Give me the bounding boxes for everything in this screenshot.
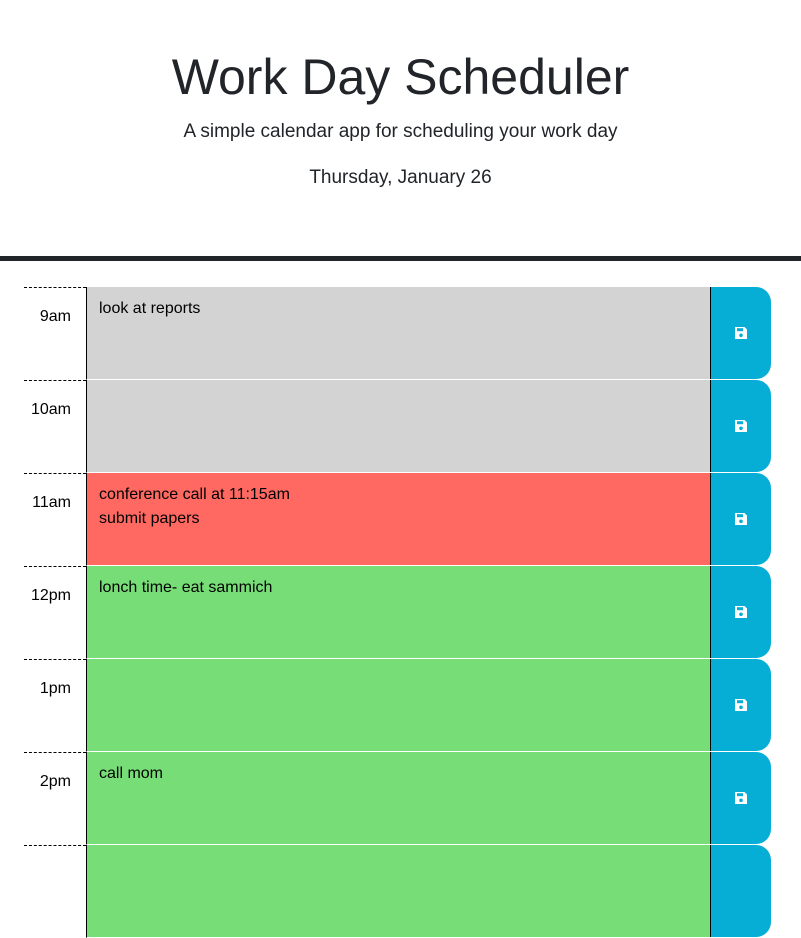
time-block-10am: 10am [24,380,771,473]
event-textarea[interactable]: conference call at 11:15am submit papers [86,473,710,566]
save-button[interactable] [710,287,771,379]
floppy-disk-icon [735,420,747,432]
time-block-11am: 11am conference call at 11:15am submit p… [24,473,771,566]
hour-label: 10am [24,380,86,473]
save-button[interactable] [710,473,771,565]
page-subtitle: A simple calendar app for scheduling you… [183,121,618,142]
page-title: Work Day Scheduler [171,49,630,105]
page-header: Work Day Scheduler A simple calendar app… [0,0,801,261]
schedule-container: 9am look at reports 10am 11am conference… [24,287,771,938]
time-block-9am: 9am look at reports [24,287,771,380]
floppy-disk-icon [735,792,747,804]
event-textarea[interactable]: look at reports [86,287,710,380]
floppy-disk-icon [735,513,747,525]
time-block-2pm: 2pm call mom [24,752,771,845]
floppy-disk-icon [735,606,747,618]
time-block-1pm: 1pm [24,659,771,752]
event-textarea[interactable]: call mom [86,752,710,845]
event-textarea[interactable]: lonch time- eat sammich [86,566,710,659]
hour-label: 2pm [24,752,86,845]
event-textarea[interactable] [86,845,710,938]
event-textarea[interactable] [86,659,710,752]
current-day: Thursday, January 26 [309,167,492,188]
event-textarea[interactable] [86,380,710,473]
hour-label: 12pm [24,566,86,659]
time-block-partial [24,845,771,938]
save-button[interactable] [710,566,771,658]
floppy-disk-icon [735,327,747,339]
hour-label: 9am [24,287,86,380]
save-button[interactable] [710,845,771,937]
floppy-disk-icon [735,699,747,711]
time-block-12pm: 12pm lonch time- eat sammich [24,566,771,659]
save-button[interactable] [710,752,771,844]
save-button[interactable] [710,380,771,472]
hour-label: 11am [24,473,86,566]
hour-label: 1pm [24,659,86,752]
hour-label [24,845,86,938]
save-button[interactable] [710,659,771,751]
